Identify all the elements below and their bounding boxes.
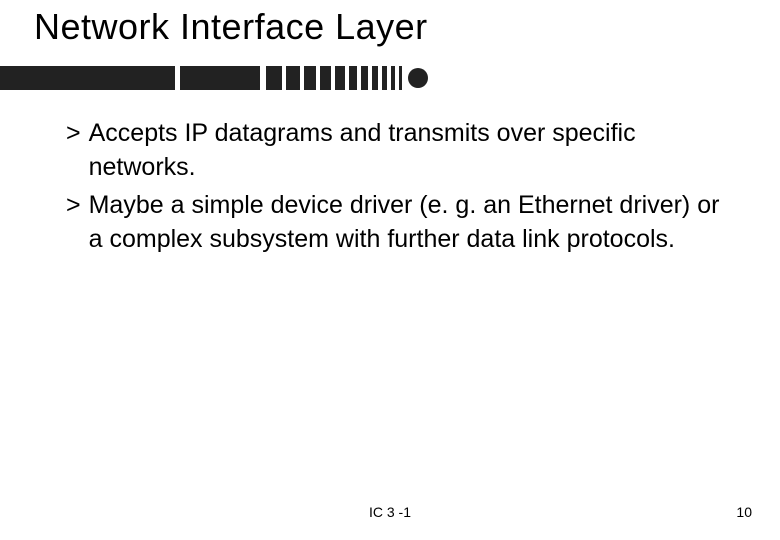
bullet-text: Accepts IP datagrams and transmits over …: [89, 116, 720, 184]
bullet-text: Maybe a simple device driver (e. g. an E…: [89, 188, 720, 256]
slide: Network Interface Layer > Accepts IP: [0, 0, 780, 540]
list-item: > Maybe a simple device driver (e. g. an…: [66, 188, 720, 256]
page-title: Network Interface Layer: [34, 6, 428, 48]
gradient-bar-icon: [0, 66, 440, 90]
page-number: 10: [736, 504, 752, 520]
footer-label: IC 3 -1: [0, 504, 780, 520]
bullet-list: > Accepts IP datagrams and transmits ove…: [66, 116, 720, 260]
list-item: > Accepts IP datagrams and transmits ove…: [66, 116, 720, 184]
decorative-bar: [0, 66, 440, 90]
bullet-marker: >: [66, 116, 81, 150]
bullet-marker: >: [66, 188, 81, 222]
